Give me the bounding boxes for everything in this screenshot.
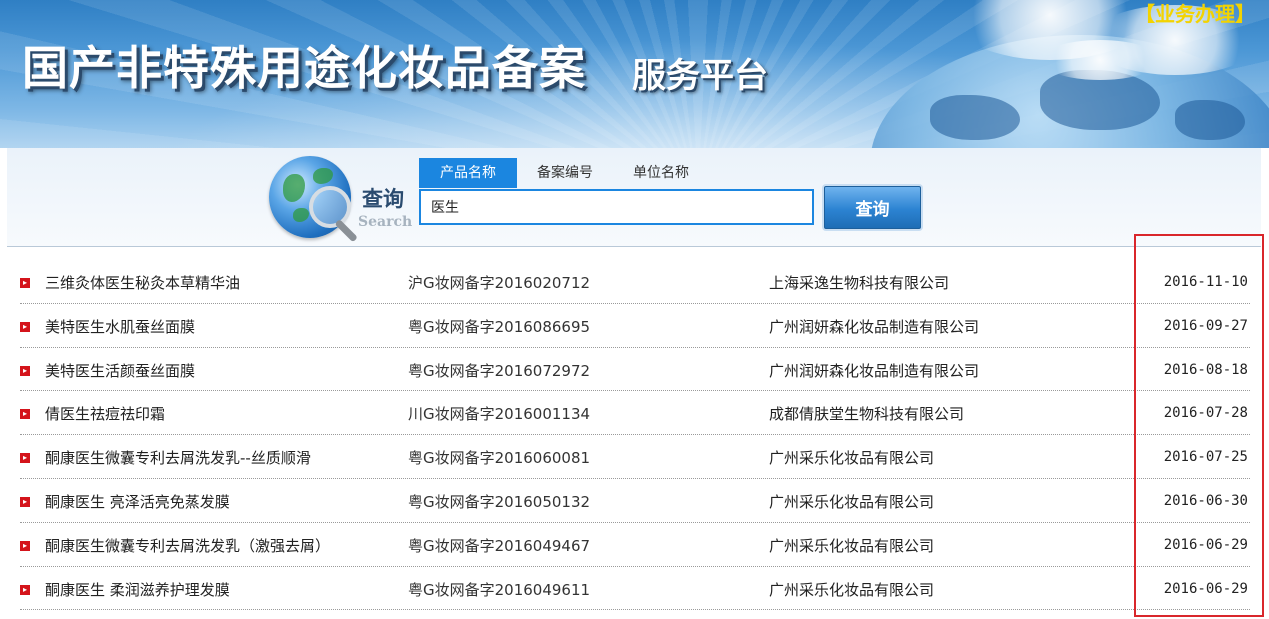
search-button[interactable]: 查询 <box>824 186 921 229</box>
arrow-bullet-icon: ▸ <box>20 540 30 551</box>
product-name-link[interactable]: 酮康医生微囊专利去屑洗发乳（激强去屑） <box>45 535 330 556</box>
filing-number: 粤G妆网备字2016050132 <box>408 492 591 511</box>
cloud-graphic <box>1040 40 1160 80</box>
filing-date: 2016-07-28 <box>1163 405 1248 422</box>
arrow-bullet-icon: ▸ <box>20 453 30 464</box>
company-name: 广州采乐化妆品有限公司 <box>769 492 935 511</box>
filing-number: 粤G妆网备字2016086695 <box>408 317 591 336</box>
list-item: ▸ 倩医生祛痘祛印霜 川G妆网备字2016001134 成都倩肤堂生物科技有限公… <box>20 391 1250 436</box>
filing-number: 粤G妆网备字2016060081 <box>408 449 591 468</box>
arrow-bullet-icon: ▸ <box>20 496 30 507</box>
filing-number: 粤G妆网备字2016049611 <box>408 580 591 599</box>
page-title: 国产非特殊用途化妆品备案 <box>22 41 586 95</box>
page-subtitle: 服务平台 <box>632 56 768 96</box>
continent-graphic <box>930 95 1020 140</box>
company-name: 成都倩肤堂生物科技有限公司 <box>769 405 965 424</box>
magnifier-handle <box>334 219 358 243</box>
filing-number: 粤G妆网备字2016049467 <box>408 536 591 555</box>
company-name: 广州采乐化妆品有限公司 <box>769 536 935 555</box>
filing-date: 2016-09-27 <box>1163 317 1248 334</box>
continent-graphic <box>1175 100 1245 140</box>
filing-date: 2016-06-29 <box>1163 580 1248 597</box>
product-name-link[interactable]: 美特医生水肌蚕丝面膜 <box>45 316 195 337</box>
business-link[interactable]: 【业务办理】 <box>1135 0 1255 27</box>
product-name-link[interactable]: 三维灸体医生秘灸本草精华油 <box>45 272 240 293</box>
list-item: ▸ 三维灸体医生秘灸本草精华油 沪G妆网备字2016020712 上海采逸生物科… <box>20 260 1250 304</box>
product-name-link[interactable]: 倩医生祛痘祛印霜 <box>45 403 165 424</box>
tab-filing-number[interactable]: 备案编号 <box>517 158 613 188</box>
filing-date: 2016-06-29 <box>1163 536 1248 553</box>
header-banner: 国产非特殊用途化妆品备案 服务平台 【业务办理】 <box>0 0 1269 148</box>
filing-number: 粤G妆网备字2016072972 <box>408 361 591 380</box>
arrow-bullet-icon: ▸ <box>20 278 30 288</box>
filing-date: 2016-08-18 <box>1163 361 1248 378</box>
list-item: ▸ 美特医生活颜蚕丝面膜 粤G妆网备字2016072972 广州润妍森化妆品制造… <box>20 348 1250 392</box>
product-name-link[interactable]: 酮康医生微囊专利去屑洗发乳--丝质顺滑 <box>45 447 311 468</box>
search-logo: 查询 Search <box>269 156 419 243</box>
company-name: 广州采乐化妆品有限公司 <box>769 449 935 468</box>
product-name-link[interactable]: 酮康医生 柔润滋养护理发膜 <box>45 579 230 600</box>
results-list: ▸ 三维灸体医生秘灸本草精华油 沪G妆网备字2016020712 上海采逸生物科… <box>20 260 1250 611</box>
company-name: 广州采乐化妆品有限公司 <box>769 580 935 599</box>
list-item: ▸ 酮康医生 柔润滋养护理发膜 粤G妆网备字2016049611 广州采乐化妆品… <box>20 567 1250 611</box>
search-logo-text-en: Search <box>358 214 413 230</box>
tab-company-name[interactable]: 单位名称 <box>613 158 709 188</box>
company-name: 广州润妍森化妆品制造有限公司 <box>769 317 980 336</box>
filing-number: 沪G妆网备字2016020712 <box>408 274 591 292</box>
product-name-link[interactable]: 美特医生活颜蚕丝面膜 <box>45 360 195 381</box>
search-logo-text: 查询 <box>362 186 404 211</box>
search-input[interactable] <box>419 189 814 225</box>
tab-product-name[interactable]: 产品名称 <box>419 158 517 188</box>
list-item: ▸ 美特医生水肌蚕丝面膜 粤G妆网备字2016086695 广州润妍森化妆品制造… <box>20 304 1250 348</box>
filing-number: 川G妆网备字2016001134 <box>408 405 591 424</box>
list-item: ▸ 酮康医生微囊专利去屑洗发乳--丝质顺滑 粤G妆网备字2016060081 广… <box>20 435 1250 479</box>
arrow-bullet-icon: ▸ <box>20 584 30 595</box>
filing-date: 2016-07-25 <box>1163 449 1248 466</box>
filing-date: 2016-06-30 <box>1163 492 1248 509</box>
list-item: ▸ 酮康医生微囊专利去屑洗发乳（激强去屑） 粤G妆网备字2016049467 广… <box>20 523 1250 567</box>
arrow-bullet-icon: ▸ <box>20 365 30 376</box>
filing-date: 2016-11-10 <box>1163 274 1248 290</box>
magnifier-icon <box>309 186 351 228</box>
company-name: 上海采逸生物科技有限公司 <box>769 274 950 292</box>
arrow-bullet-icon: ▸ <box>20 409 30 420</box>
company-name: 广州润妍森化妆品制造有限公司 <box>769 361 980 380</box>
list-item: ▸ 酮康医生 亮泽活亮免蒸发膜 粤G妆网备字2016050132 广州采乐化妆品… <box>20 479 1250 523</box>
arrow-bullet-icon: ▸ <box>20 321 30 332</box>
product-name-link[interactable]: 酮康医生 亮泽活亮免蒸发膜 <box>45 491 230 512</box>
